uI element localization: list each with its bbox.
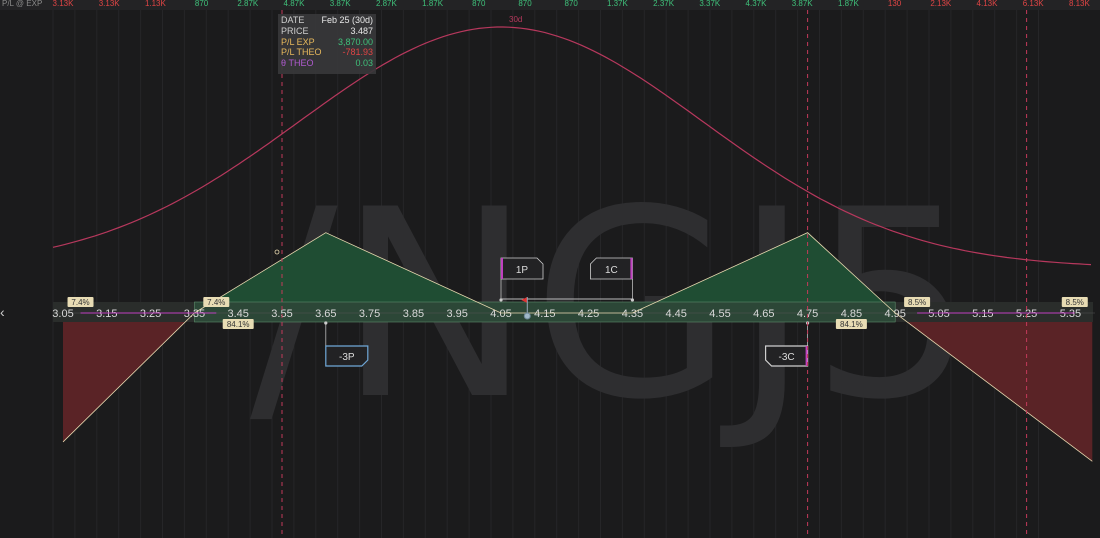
- tooltip-row: PRICE 3.487: [281, 26, 373, 37]
- probability-text: 7.4%: [71, 298, 89, 307]
- price-tick-label: 3.45: [227, 308, 248, 320]
- price-tick-label: 4.85: [841, 308, 862, 320]
- leg-dot: [324, 321, 328, 325]
- price-tick-label: 3.15: [96, 308, 117, 320]
- scroll-left-icon[interactable]: ‹: [0, 304, 10, 320]
- pl-at-exp-value: 2.13K: [930, 0, 952, 8]
- pl-at-exp-value: 3.13K: [99, 0, 121, 8]
- pl-at-exp-value: 4.87K: [284, 0, 306, 8]
- tooltip-value: 0.03: [355, 58, 373, 69]
- pl-at-exp-value: 3.37K: [699, 0, 721, 8]
- price-tick-label: 4.65: [753, 308, 774, 320]
- price-tick-label: 3.35: [184, 308, 205, 320]
- pl-at-exp-value: 1.87K: [422, 0, 444, 8]
- price-tick-label: 5.15: [972, 308, 993, 320]
- tooltip-row: P/L EXP 3,870.00: [281, 37, 373, 48]
- price-tick-label: 5.35: [1060, 308, 1081, 320]
- price-tick-label: 4.25: [578, 308, 599, 320]
- tooltip-value: -781.93: [342, 47, 373, 58]
- tooltip-label: θ THEO: [281, 58, 314, 69]
- price-tick-label: 3.95: [446, 308, 467, 320]
- probability-text: 8.5%: [908, 298, 926, 307]
- pl-at-exp-value: 130: [888, 0, 902, 8]
- pl-at-exp-value: 3.87K: [330, 0, 352, 8]
- tooltip-label: PRICE: [281, 25, 309, 36]
- price-tick-label: 3.85: [403, 308, 424, 320]
- current-price-handle[interactable]: [523, 312, 531, 320]
- pl-at-exp-value: 870: [472, 0, 486, 8]
- pl-at-exp-value: 4.37K: [746, 0, 768, 8]
- pl-at-exp-value: 2.37K: [653, 0, 675, 8]
- pl-at-expiration-bar: P/L @ EXP 3.13K 3.13K 1.13K 870 2.87K 4.87K 3.…: [0, 0, 1100, 10]
- tooltip-value: 3.487: [350, 25, 373, 36]
- tooltip-label: P/L EXP: [281, 36, 315, 47]
- hover-tooltip: DATE Feb 25 (30d) PRICE 3.487 P/L EXP 3,870.0…: [278, 14, 376, 74]
- probability-text: 8.5%: [1066, 298, 1084, 307]
- probability-text: 7.4%: [207, 298, 225, 307]
- price-tick-label: 3.25: [140, 308, 161, 320]
- leg-dot: [499, 298, 503, 302]
- leg-dot: [630, 298, 635, 302]
- pl-at-exp-value: 4.13K: [977, 0, 999, 8]
- probability-text: 84.1%: [227, 320, 250, 329]
- tooltip-value: Feb 25 (30d): [321, 15, 373, 25]
- pl-at-exp-value: 2.87K: [237, 0, 259, 8]
- pl-at-exp-value: 2.87K: [376, 0, 398, 8]
- pl-at-exp-value: 8.13K: [1069, 0, 1091, 8]
- pl-at-exp-value: 870: [195, 0, 209, 8]
- tooltip-label: P/L THEO: [281, 47, 322, 58]
- tooltip-row: DATE Feb 25 (30d): [281, 15, 373, 26]
- leg-accent: [630, 258, 633, 279]
- leg-label: -3P: [339, 352, 355, 363]
- theo-curve-label: 30d: [509, 15, 522, 24]
- leg-accent: [501, 258, 503, 279]
- price-tick-label: 4.15: [534, 308, 555, 320]
- leg-label: 1C: [605, 265, 618, 276]
- leg-label: 1P: [516, 265, 529, 276]
- leg-label: -3C: [779, 352, 795, 363]
- price-tick-label: 3.75: [359, 308, 380, 320]
- pl-at-exp-value: 1.37K: [607, 0, 629, 8]
- pl-at-exp-value: 870: [565, 0, 579, 8]
- tooltip-row: P/L THEO -781.93: [281, 47, 373, 58]
- price-tick-label: 3.65: [315, 308, 336, 320]
- tooltip-row: θ THEO 0.03: [281, 58, 373, 69]
- pl-at-exp-value: 3.87K: [792, 0, 814, 8]
- pl-at-exp-value: 6.13K: [1023, 0, 1045, 8]
- price-tick-label: 5.05: [928, 308, 949, 320]
- pl-at-exp-value: 870: [518, 0, 532, 8]
- pl-at-exp-value: 3.13K: [53, 0, 75, 8]
- risk-profile-chart[interactable]: /NGJ5 P/L @ EXP 3.13K3.13K1.13K8702.87K4…: [0, 0, 1100, 538]
- pl-at-exp-value: 1.87K: [838, 0, 860, 8]
- probability-text: 84.1%: [840, 320, 863, 329]
- price-tick-label: 4.45: [665, 308, 686, 320]
- price-tick-label: 3.05: [52, 308, 73, 320]
- pl-at-exp-label: P/L @ EXP: [2, 0, 42, 8]
- pl-at-exp-value: 1.13K: [145, 0, 167, 8]
- tooltip-value: 3,870.00: [337, 36, 373, 47]
- price-tick-label: 4.55: [709, 308, 730, 320]
- tooltip-label: DATE: [281, 15, 305, 25]
